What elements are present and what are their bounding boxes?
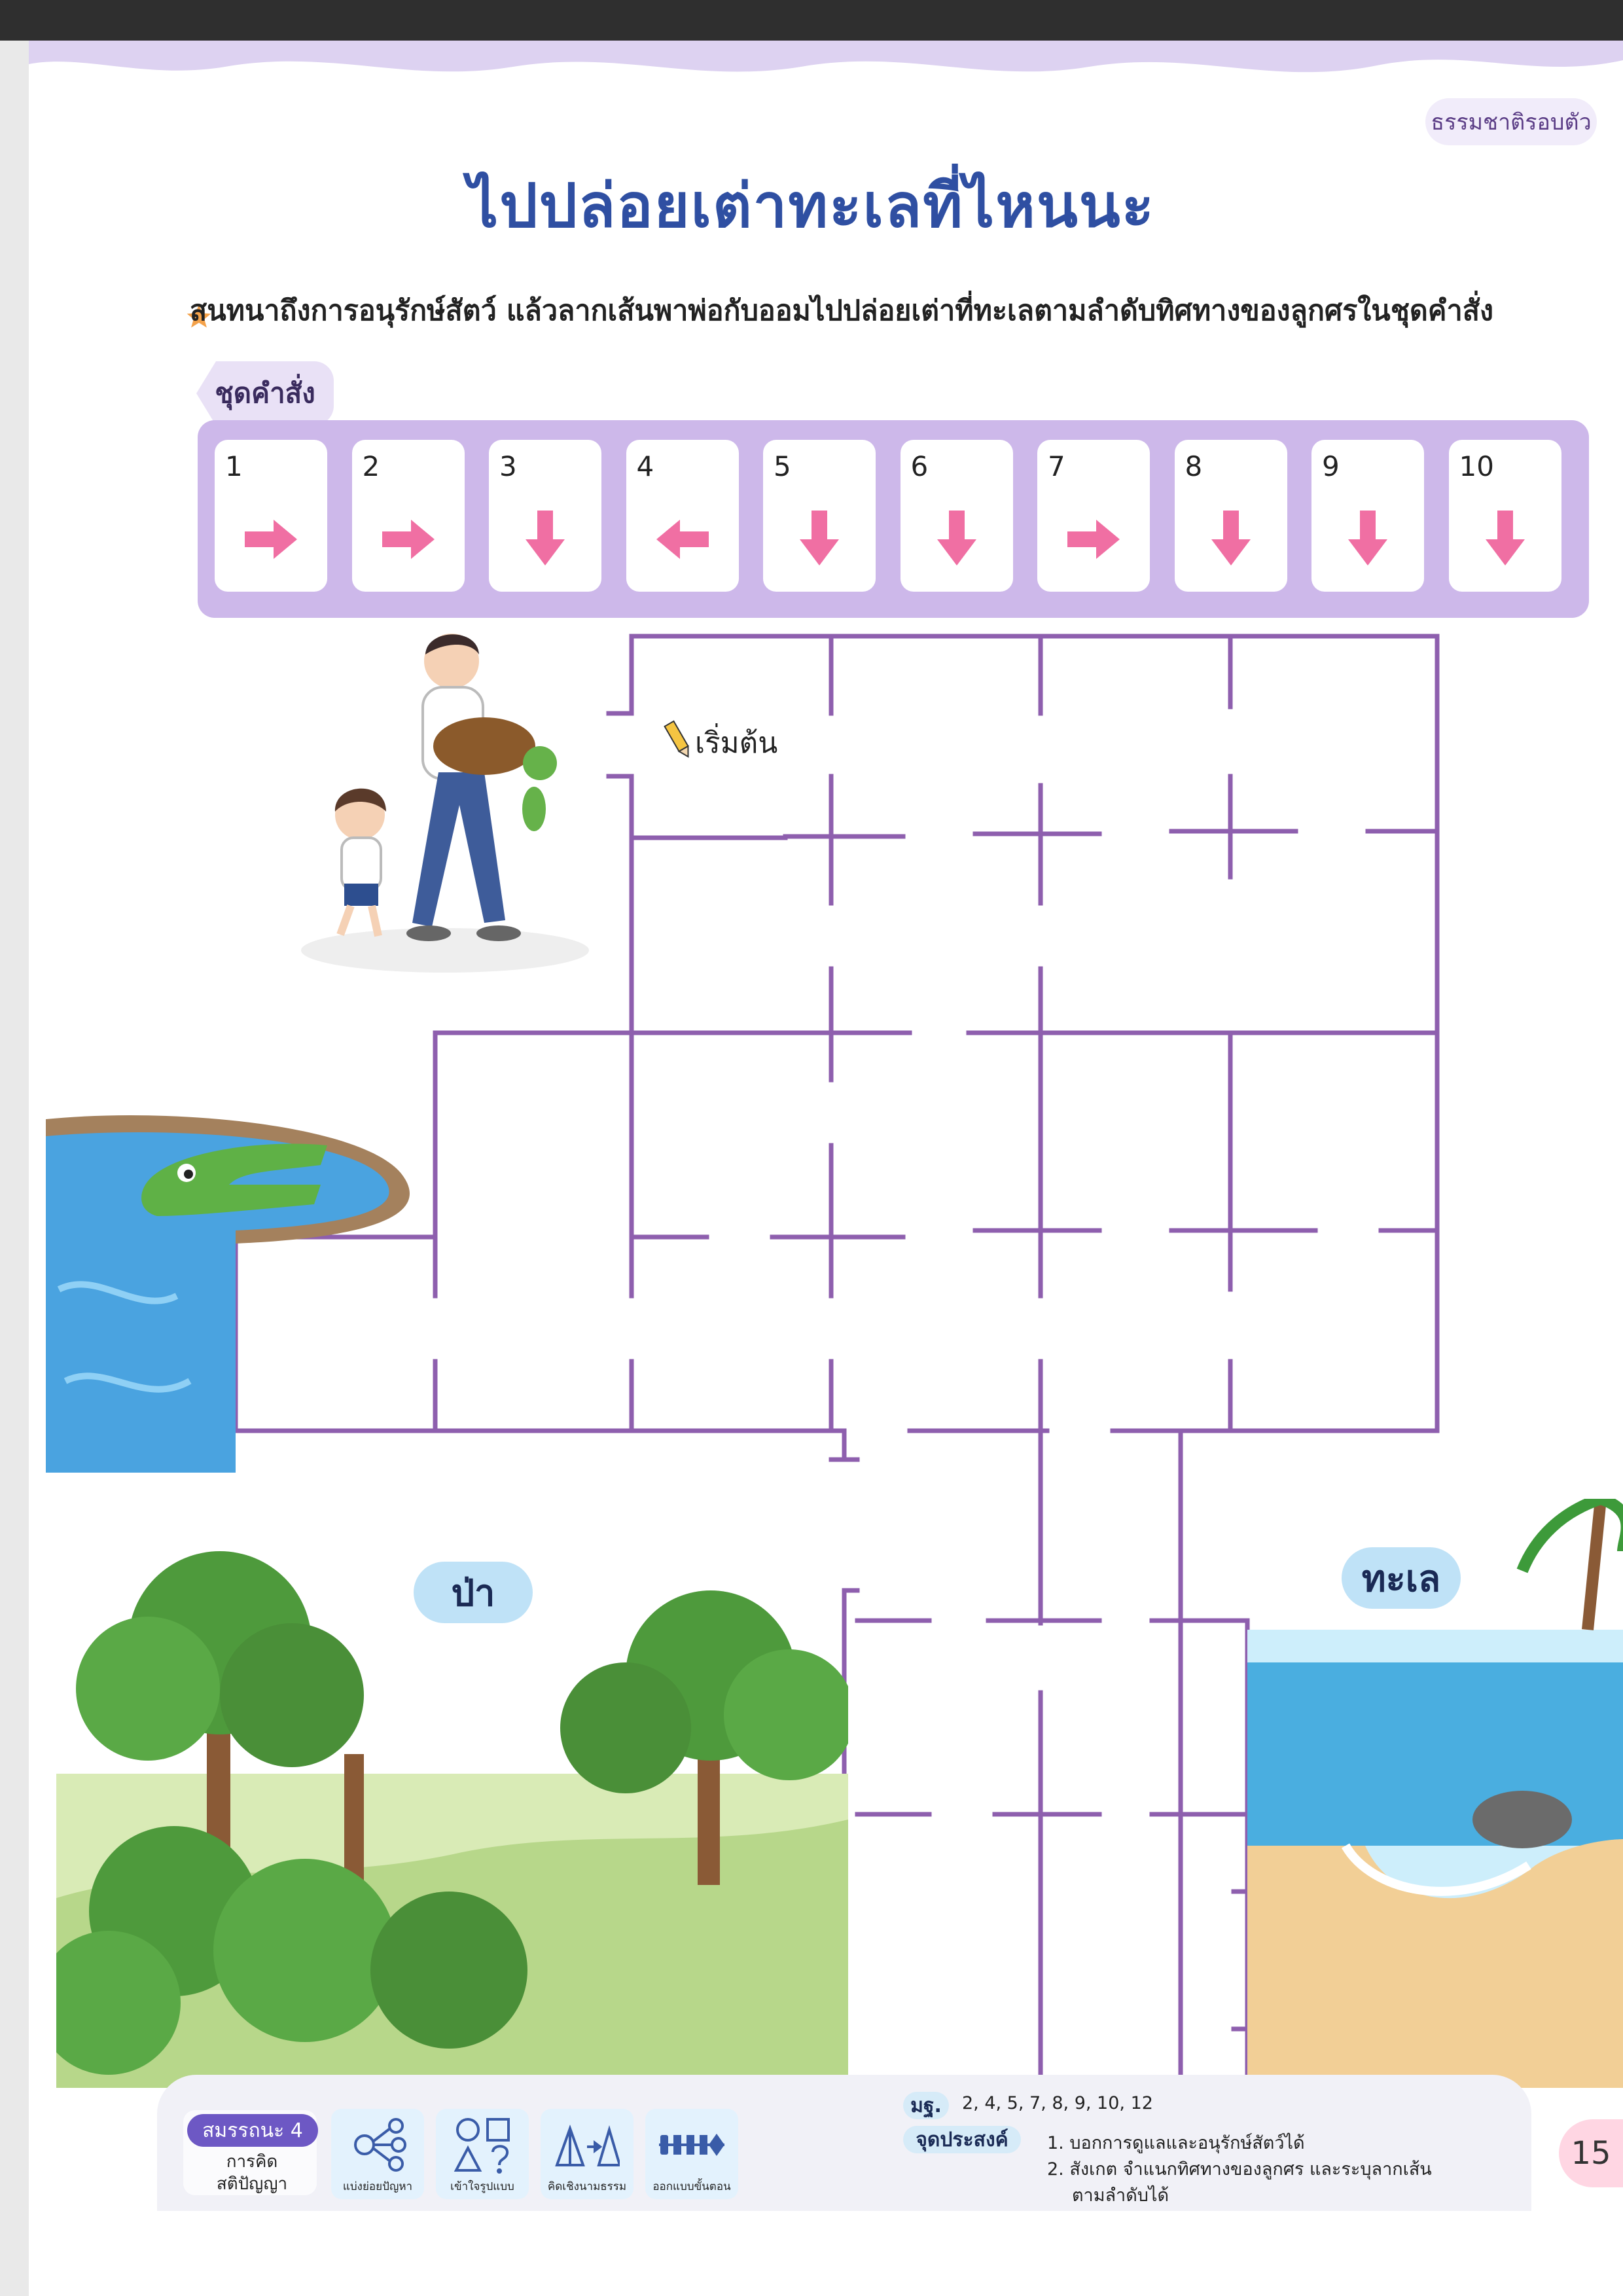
father-and-daughter-illustration <box>301 634 589 973</box>
competency-title: สมรรถนะ 4 <box>187 2114 318 2147</box>
competency-subtitle: การคิด สติปัญญา <box>196 2151 308 2195</box>
standards-label: มฐ. <box>903 2092 949 2119</box>
abstraction-icon <box>555 2125 620 2166</box>
competency-subtitle-line-2: สติปัญญา <box>216 2174 288 2194</box>
skill-caption: ออกแบบขั้นตอน <box>652 2180 731 2193</box>
pond-with-crocodile-illustration <box>46 1115 410 1473</box>
start-label: เริ่มต้น <box>695 726 778 760</box>
algorithm-icon <box>659 2134 724 2156</box>
skill-caption: คิดเชิงนามธรรม <box>547 2180 627 2193</box>
skill-pattern-recognition: เข้าใจรูปแบบ <box>436 2109 529 2199</box>
objective-1: 1. บอกการดูแลและอนุรักษ์สัตว์ได้ <box>1047 2133 1305 2153</box>
page-number: 15 <box>1559 2119 1623 2187</box>
decomposition-icon <box>354 2118 406 2172</box>
pencil-icon <box>664 720 689 758</box>
forest-label: ป่า <box>414 1562 533 1623</box>
skill-caption: แบ่งย่อยปัญหา <box>342 2180 413 2193</box>
skill-abstraction: คิดเชิงนามธรรม <box>541 2109 633 2199</box>
skill-caption: เข้าใจรูปแบบ <box>450 2180 514 2193</box>
pattern-recognition-icon <box>454 2118 510 2174</box>
forest-illustration <box>56 1551 848 2088</box>
competency-subtitle-line-1: การคิด <box>226 2152 278 2172</box>
objective-2: 2. สังเกต จำแนกทิศทางของลูกศร และระบุลาก… <box>1047 2159 1432 2179</box>
skill-algorithm: ออกแบบขั้นตอน <box>645 2109 738 2199</box>
sea-label: ทะเล <box>1342 1547 1461 1609</box>
objective-2-continued: ตามลำดับได้ <box>1072 2185 1169 2206</box>
objectives-label: จุดประสงค์ <box>903 2126 1021 2153</box>
skill-decomposition: แบ่งย่อยปัญหา <box>331 2109 424 2199</box>
standards-text: 2, 4, 5, 7, 8, 9, 10, 12 <box>962 2093 1153 2113</box>
